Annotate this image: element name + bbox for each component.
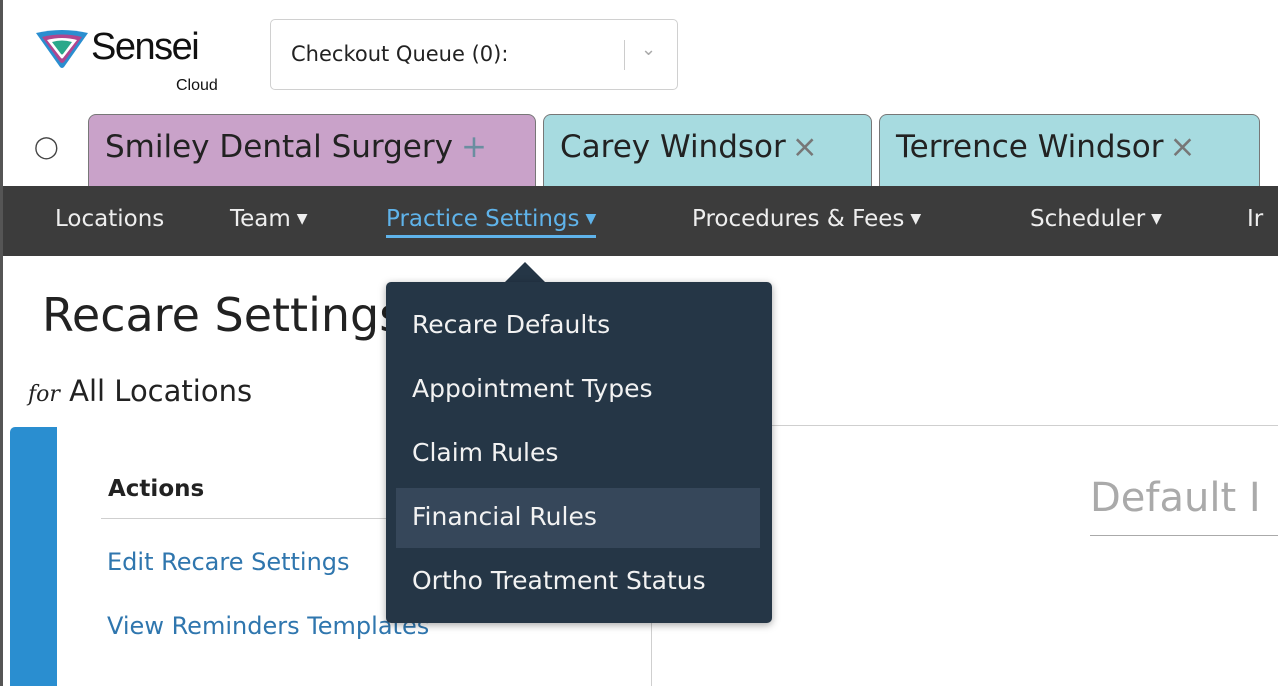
nav-label: Locations xyxy=(55,206,165,232)
window-edge xyxy=(0,0,3,686)
tab-label: Carey Windsor xyxy=(560,129,786,165)
close-icon[interactable]: × xyxy=(1169,129,1195,165)
brand-sub: Cloud xyxy=(176,77,218,94)
page-subtitle: for All Locations xyxy=(28,374,252,408)
caret-down-icon: ▼ xyxy=(910,211,922,227)
section-heading: Default I xyxy=(1090,475,1261,521)
tab-patient-carey[interactable]: Carey Windsor × xyxy=(543,114,872,186)
brand-name: Sensei xyxy=(91,26,200,68)
nav-item-team[interactable]: Team ▼ xyxy=(230,206,308,232)
sensei-logo[interactable]: Sensei Cloud xyxy=(34,24,244,99)
nav-label: Ir xyxy=(1247,206,1264,232)
nav-label: Procedures & Fees xyxy=(692,206,905,232)
checkout-queue-select[interactable]: Checkout Queue (0): ⌄ xyxy=(270,19,678,90)
caret-down-icon: ▼ xyxy=(296,211,308,227)
tab-label: Smiley Dental Surgery xyxy=(105,129,453,165)
menu-item-financial-rules[interactable]: Financial Rules xyxy=(396,488,760,548)
shield-icon[interactable]: ◯ xyxy=(34,135,59,160)
subtitle-location: All Locations xyxy=(69,374,253,408)
nav-item-practice-settings[interactable]: Practice Settings ▼ xyxy=(386,206,597,238)
actions-divider xyxy=(101,518,391,519)
sensei-logo-icon xyxy=(36,30,88,68)
edit-recare-settings-link[interactable]: Edit Recare Settings xyxy=(107,548,350,576)
nav-item-scheduler[interactable]: Scheduler ▼ xyxy=(1030,206,1162,232)
practice-settings-menu: Recare Defaults Appointment Types Claim … xyxy=(386,282,772,623)
nav-label: Practice Settings xyxy=(386,206,580,232)
subtitle-prefix: for xyxy=(28,382,60,407)
caret-down-icon: ▼ xyxy=(585,211,597,227)
nav-item-locations[interactable]: Locations xyxy=(55,206,164,232)
nav-item-procedures-fees[interactable]: Procedures & Fees ▼ xyxy=(692,206,921,232)
nav-label: Team xyxy=(230,206,291,232)
side-accent-bar xyxy=(10,427,57,686)
tab-label: Terrence Windsor xyxy=(896,129,1164,165)
actions-heading: Actions xyxy=(108,476,205,502)
dropdown-pointer xyxy=(505,262,545,282)
checkout-queue-label: Checkout Queue (0): xyxy=(291,42,509,66)
caret-down-icon: ▼ xyxy=(1151,211,1162,227)
menu-item-recare-defaults[interactable]: Recare Defaults xyxy=(396,296,760,356)
main-nav: Locations Team ▼ Practice Settings ▼ Proce… xyxy=(3,186,1278,256)
tab-practice[interactable]: Smiley Dental Surgery + xyxy=(88,114,536,186)
tab-patient-terrence[interactable]: Terrence Windsor × xyxy=(879,114,1260,186)
view-reminders-templates-link[interactable]: View Reminders Templates xyxy=(107,612,429,640)
page-title: Recare Settings xyxy=(42,288,404,342)
nav-label: Scheduler xyxy=(1030,206,1146,232)
menu-item-claim-rules[interactable]: Claim Rules xyxy=(396,424,760,484)
chevron-down-icon[interactable]: ⌄ xyxy=(641,39,656,60)
close-icon[interactable]: × xyxy=(792,129,818,165)
select-divider xyxy=(624,40,625,70)
menu-item-ortho-treatment-status[interactable]: Ortho Treatment Status xyxy=(396,552,760,612)
add-tab-icon[interactable]: + xyxy=(461,129,487,165)
nav-item-truncated[interactable]: Ir xyxy=(1247,206,1263,232)
menu-item-appointment-types[interactable]: Appointment Types xyxy=(396,360,760,420)
section-underline xyxy=(1090,535,1278,536)
